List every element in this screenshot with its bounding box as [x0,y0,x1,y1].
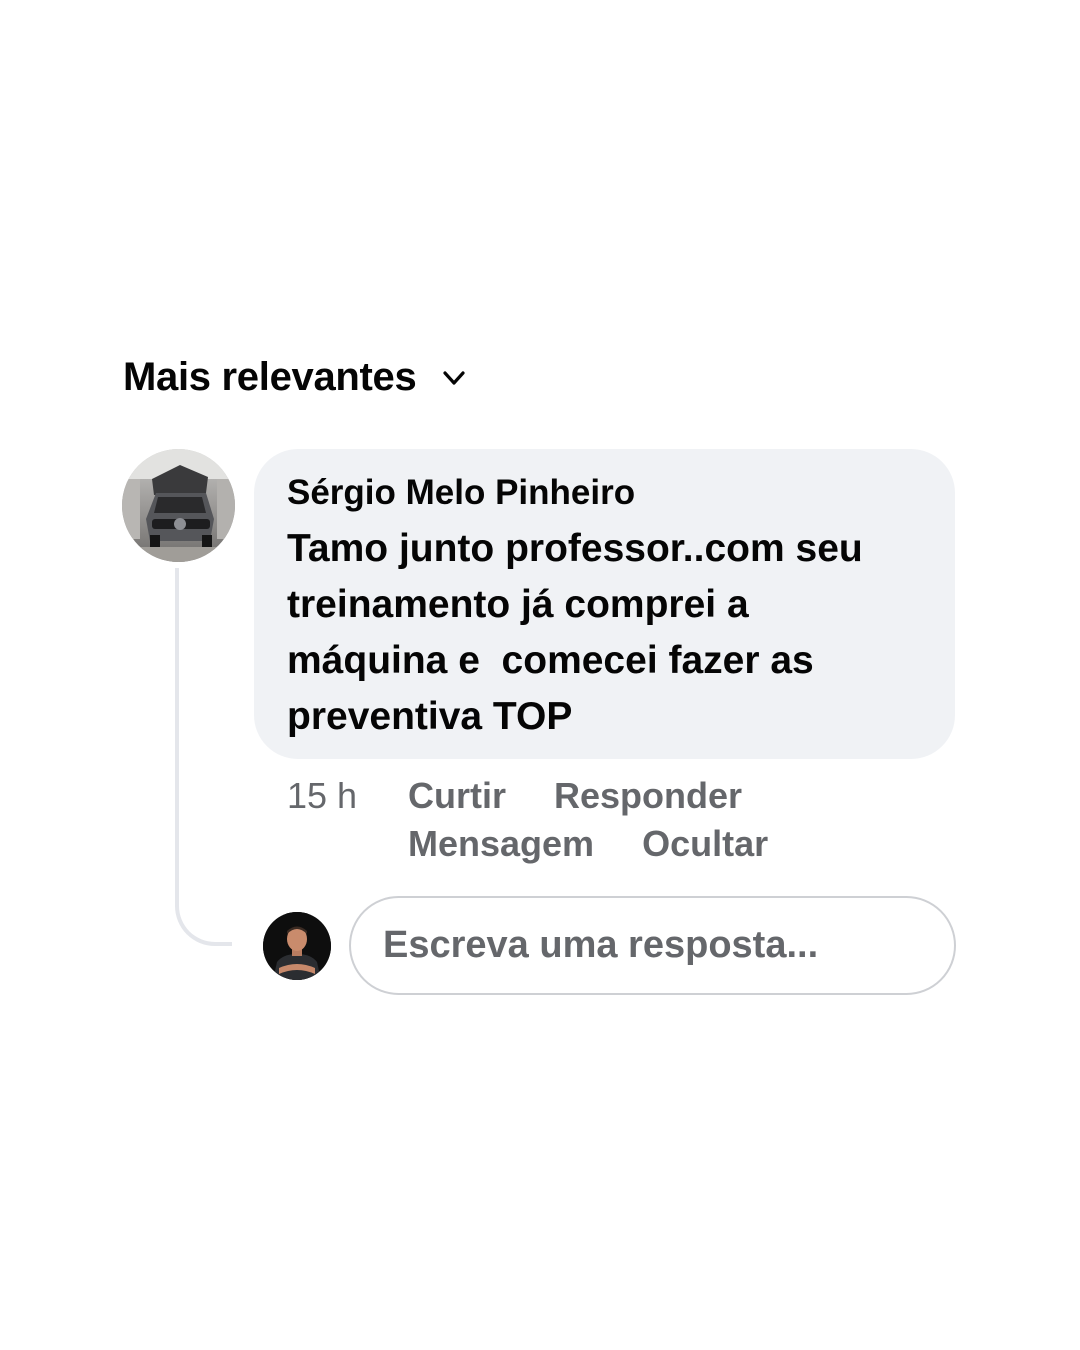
commenter-avatar[interactable] [122,449,235,562]
comment-actions: Curtir Responder Mensagem Ocultar [408,772,888,868]
reply-input[interactable] [349,896,956,995]
chevron-down-icon [443,370,466,385]
car-photo-avatar-image [122,449,235,562]
message-button[interactable]: Mensagem [408,820,594,868]
comment-timestamp[interactable]: 15 h [287,772,357,820]
comment-bubble: Sérgio Melo Pinheiro Tamo junto professo… [254,449,955,759]
person-avatar-image [263,912,331,980]
thread-connector-line [175,568,232,946]
current-user-avatar[interactable] [263,912,331,980]
comment-text: Tamo junto professor..com seu treinament… [287,527,863,738]
hide-button[interactable]: Ocultar [642,820,768,868]
like-button[interactable]: Curtir [408,772,506,820]
sort-dropdown[interactable]: Mais relevantes [123,355,468,400]
reply-button[interactable]: Responder [554,772,742,820]
sort-label: Mais relevantes [123,355,417,399]
comment-author-name[interactable]: Sérgio Melo Pinheiro [287,473,935,513]
